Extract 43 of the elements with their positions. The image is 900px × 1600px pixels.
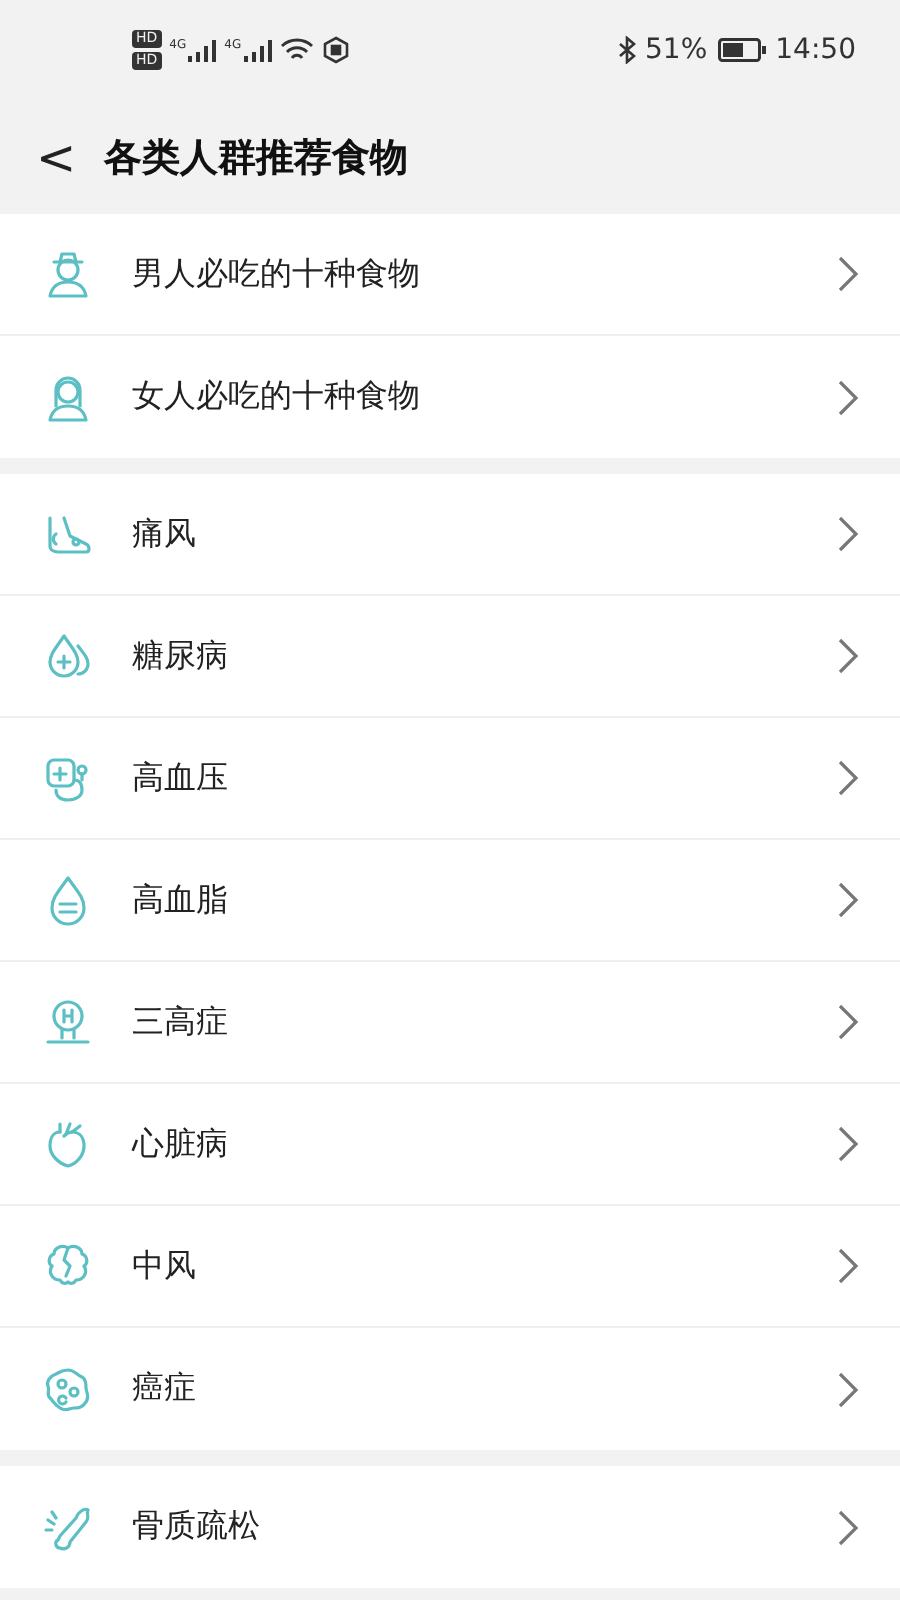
item-label: 高血压 (132, 757, 230, 799)
list-item[interactable]: 中风 (0, 1206, 900, 1328)
wifi-icon (279, 37, 314, 63)
signal-icon (188, 39, 217, 61)
item-label: 癌症 (132, 1368, 198, 1410)
battery-percent: 51% (645, 34, 708, 66)
signal-icon (243, 39, 272, 61)
battery-icon (717, 38, 766, 62)
item-label: 女人必吃的十种食物 (132, 376, 422, 418)
item-label: 糖尿病 (132, 635, 230, 677)
chevron-icon (836, 254, 860, 294)
list-item[interactable]: 三高症 (0, 962, 900, 1084)
chevron-icon (836, 758, 860, 798)
item-label: 中风 (132, 1245, 198, 1287)
list-item[interactable]: 心脏病 (0, 1084, 900, 1206)
chevron-icon (836, 1002, 860, 1042)
list-item[interactable]: 高血脂 (0, 840, 900, 962)
chevron-icon (836, 636, 860, 676)
page-title: 各类人群推荐食物 (104, 133, 409, 183)
list-item[interactable]: 癌症 (0, 1328, 900, 1450)
list-item[interactable]: 糖尿病 (0, 596, 900, 718)
chevron-icon (836, 514, 860, 554)
list-item[interactable]: 女人必吃的十种食物 (0, 336, 900, 458)
chevron-icon (836, 880, 860, 920)
chevron-icon (836, 1369, 860, 1409)
item-label: 高血脂 (132, 879, 230, 921)
chevron-icon (836, 377, 860, 417)
chevron-icon (836, 1246, 860, 1286)
bluetooth-icon (617, 36, 636, 64)
list-item[interactable]: 高血压 (0, 718, 900, 840)
back-button[interactable]: < (36, 133, 77, 181)
item-label: 痛风 (132, 513, 198, 555)
chevron-icon (836, 1507, 860, 1547)
list-item[interactable]: 骨质疏松 (0, 1466, 900, 1588)
list-item[interactable]: 痛风 (0, 474, 900, 596)
item-label: 男人必吃的十种食物 (132, 253, 422, 295)
item-label: 骨质疏松 (132, 1506, 262, 1548)
clock: 14:50 (775, 34, 856, 66)
chevron-icon (836, 1124, 860, 1164)
item-label: 三高症 (132, 1001, 230, 1043)
shield-icon (321, 36, 350, 64)
item-label: 心脏病 (132, 1123, 230, 1165)
list-item[interactable]: 男人必吃的十种食物 (0, 214, 900, 336)
